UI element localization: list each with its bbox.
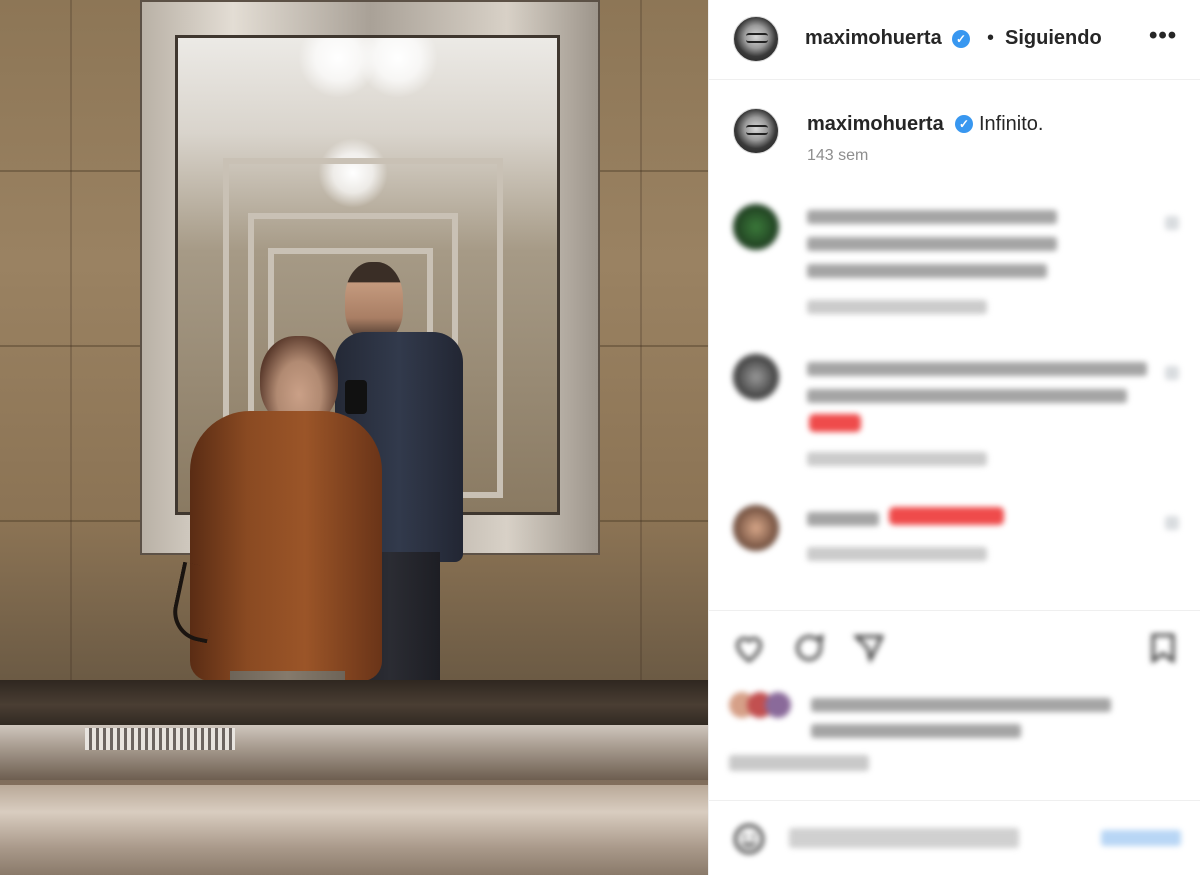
floor-grate [85,728,235,750]
comment-icon[interactable] [791,631,827,665]
action-bar [709,610,1200,678]
likes-summary[interactable] [729,690,1129,740]
share-icon[interactable] [851,631,887,665]
ceiling-light [358,38,438,98]
caption-text: Infinito. [979,113,1044,135]
caption-avatar[interactable] [733,108,779,154]
emoji-hearts [889,507,1004,525]
emoji-hearts [809,414,861,432]
comment-meta [807,452,987,466]
woman-fur-coat [190,411,382,681]
comment-text [807,237,1057,251]
comment-like-icon[interactable] [1165,366,1179,380]
likes-text [811,698,1111,712]
comment-text [807,362,1147,376]
caption-username[interactable]: maximohuerta [807,113,944,136]
caption-timestamp[interactable]: 143 sem [807,147,868,165]
comment-like-icon[interactable] [1165,516,1179,530]
avatar[interactable] [733,16,779,62]
comment-meta [807,547,987,561]
following-button[interactable]: Siguiendo [1005,27,1102,50]
post-sidebar: maximohuerta ✓ • Siguiendo ••• maximohue… [708,0,1200,875]
verified-badge-icon: ✓ [955,115,973,133]
marble-step [0,785,708,875]
heart-icon[interactable] [731,631,767,665]
man-head [345,262,403,342]
bookmark-icon[interactable] [1145,631,1181,665]
comment-like-icon[interactable] [1165,216,1179,230]
author-username[interactable]: maximohuerta [805,27,942,50]
comment-text [807,210,1057,224]
likes-text [811,724,1021,738]
commenter-avatar[interactable] [733,204,779,250]
post-photo[interactable] [0,0,708,875]
liker-avatar [765,692,791,718]
comment-text [807,389,1127,403]
follow-separator: • [987,27,995,49]
commenter-avatar[interactable] [733,354,779,400]
phone [345,380,367,414]
post-date [729,755,869,771]
more-options-icon[interactable]: ••• [1149,22,1177,50]
comment-input[interactable] [789,828,1019,848]
emoji-icon[interactable] [731,821,767,857]
comment-meta [807,300,987,314]
comment-text [807,264,1047,278]
publish-button[interactable] [1101,830,1181,846]
verified-badge-icon: ✓ [952,30,970,48]
commenter-avatar[interactable] [733,505,779,551]
post-header: maximohuerta ✓ • Siguiendo ••• [709,0,1200,80]
comment-text [807,512,879,526]
marble-baseboard [0,680,708,730]
comment-form [709,800,1200,875]
